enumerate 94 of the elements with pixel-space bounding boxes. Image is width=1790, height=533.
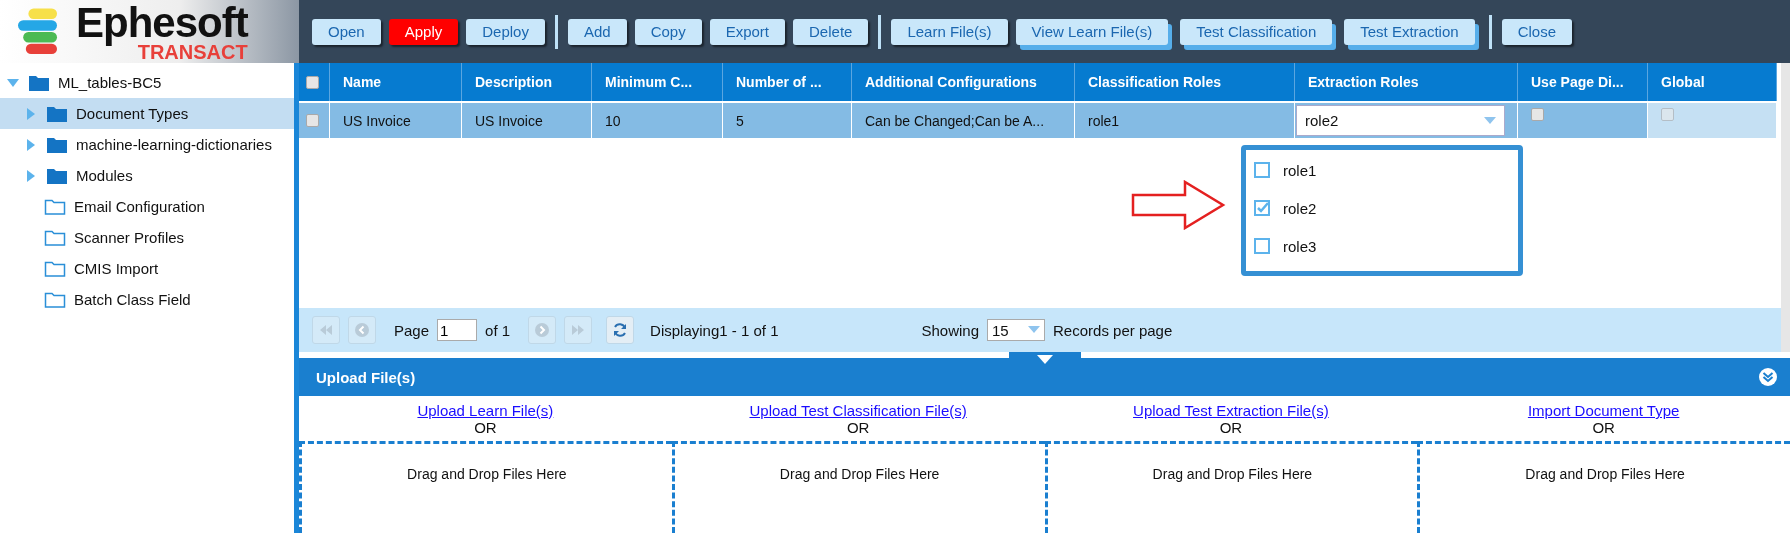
folder-icon	[44, 228, 66, 247]
checkbox-icon[interactable]	[1254, 162, 1270, 178]
toolbar-button[interactable]: Delete	[793, 18, 869, 45]
column-header[interactable]: Use Page Di...	[1518, 63, 1648, 101]
folder-icon	[46, 166, 68, 185]
column-header[interactable]: Classification Roles	[1075, 63, 1295, 101]
last-page-button[interactable]	[564, 316, 593, 344]
refresh-icon	[612, 322, 629, 338]
toolbar-button[interactable]: Add	[567, 18, 627, 45]
folder-icon	[46, 104, 68, 123]
folder-icon	[28, 73, 50, 92]
dropdown-caret-icon	[1484, 116, 1496, 125]
tree-item[interactable]: ML_tables-BC5	[58, 74, 162, 91]
toolbar-button[interactable]: Deploy	[466, 18, 545, 45]
drop-zone[interactable]: Drag and Drop Files Here	[299, 441, 672, 533]
tree-row[interactable]: CMIS Import	[0, 253, 294, 284]
upload-link[interactable]: Upload Learn File(s)	[417, 402, 554, 419]
table-cell: US Invoice	[462, 101, 592, 138]
tree-item[interactable]: Batch Class Field	[74, 291, 191, 308]
tree-row[interactable]: Modules	[0, 160, 294, 191]
page-input[interactable]: 1	[437, 319, 478, 341]
folder-icon	[44, 197, 66, 216]
tree-row[interactable]: machine-learning-dictionaries	[0, 129, 294, 160]
select-all-checkbox[interactable]	[306, 75, 319, 89]
tree-row[interactable]: Batch Class Field	[0, 284, 294, 315]
drop-zone[interactable]: Drag and Drop Files Here	[671, 441, 1045, 533]
folder-icon	[44, 259, 66, 278]
checked-box-icon[interactable]	[1254, 200, 1270, 216]
row-checkbox[interactable]	[306, 114, 319, 127]
toolbar-button[interactable]: Learn File(s)	[891, 18, 1008, 45]
logo-product: TRANSACT	[137, 41, 248, 62]
table-cell: US Invoice	[330, 101, 462, 138]
showing-label: Showing	[921, 321, 980, 339]
upload-link[interactable]: Upload Test Extraction File(s)	[1133, 402, 1329, 419]
tree-item[interactable]: Scanner Profiles	[74, 229, 185, 246]
next-page-button[interactable]	[528, 316, 557, 344]
toolbar-button[interactable]: Export	[709, 18, 786, 45]
first-page-button[interactable]	[312, 316, 340, 344]
dropdown-caret-icon	[1028, 326, 1041, 334]
tree-item[interactable]: CMIS Import	[74, 260, 159, 277]
table-cell: 5	[723, 101, 852, 138]
previous-page-button[interactable]	[348, 316, 376, 344]
table-cell: 10	[592, 101, 723, 138]
column-header[interactable]: Additional Configurations	[852, 63, 1075, 101]
records-per-page-label: Records per page	[1053, 321, 1173, 339]
column-header[interactable]: Description	[462, 63, 592, 101]
row-selector-cell[interactable]	[299, 101, 330, 138]
page-label: Page	[394, 321, 430, 339]
tree-row[interactable]: Document Types	[0, 98, 294, 129]
page-count: of 1	[485, 321, 511, 339]
previous-page-icon	[355, 323, 369, 337]
tree-row[interactable]: Scanner Profiles	[0, 222, 294, 253]
table-cell: role1	[1075, 101, 1295, 138]
drop-zone[interactable]: Drag and Drop Files Here	[1044, 441, 1418, 533]
or-label: OR	[1219, 419, 1243, 436]
column-header[interactable]: Name	[330, 63, 462, 101]
first-page-icon	[319, 325, 333, 335]
displaying-text: Displaying1 - 1 of 1	[650, 321, 779, 339]
dropdown-option[interactable]: role2	[1254, 194, 1510, 222]
drop-zone[interactable]: Drag and Drop Files Here	[1417, 441, 1790, 533]
or-label: OR	[846, 419, 870, 436]
upload-link[interactable]: Import Document Type	[1527, 402, 1680, 419]
upload-panel-title: Upload File(s)	[316, 368, 416, 386]
collapse-icon[interactable]	[1758, 367, 1778, 387]
toolbar-button[interactable]: Apply	[388, 18, 459, 45]
upload-link[interactable]: Upload Test Classification File(s)	[749, 402, 967, 419]
table-checkbox[interactable]	[1531, 108, 1544, 121]
roles-select[interactable]: role2	[1296, 105, 1505, 136]
column-header[interactable]: Number of ...	[723, 63, 852, 101]
toolbar-button[interactable]: Copy	[634, 18, 702, 45]
tree-item[interactable]: Document Types	[76, 105, 189, 122]
last-page-icon	[571, 325, 586, 335]
dropdown-option[interactable]: role1	[1254, 156, 1510, 184]
table-cell: Can be Changed;Can be A...	[852, 101, 1075, 138]
dropdown-option[interactable]: role3	[1254, 232, 1510, 260]
refresh-button[interactable]	[606, 316, 635, 344]
column-header[interactable]: Minimum C...	[592, 63, 723, 101]
caret-icon	[1036, 354, 1053, 364]
tree-item[interactable]: Modules	[76, 167, 133, 184]
tree-item[interactable]: Email Configuration	[74, 198, 205, 215]
column-header[interactable]: Extraction Roles	[1295, 63, 1518, 101]
checkbox-icon[interactable]	[1254, 238, 1270, 254]
toolbar-button[interactable]: Open	[312, 18, 381, 45]
logo-name: Ephesoft	[76, 1, 248, 44]
or-label: OR	[474, 419, 497, 436]
or-label: OR	[1592, 419, 1615, 436]
tree-row[interactable]: Email Configuration	[0, 191, 294, 222]
folder-icon	[44, 290, 66, 309]
tree-item[interactable]: machine-learning-dictionaries	[76, 136, 272, 153]
column-header[interactable]: Global	[1648, 63, 1777, 101]
toolbar-button[interactable]: Close	[1501, 18, 1572, 45]
per-page-select[interactable]: 15	[987, 319, 1046, 341]
next-page-icon	[535, 323, 550, 337]
folder-icon	[46, 135, 68, 154]
